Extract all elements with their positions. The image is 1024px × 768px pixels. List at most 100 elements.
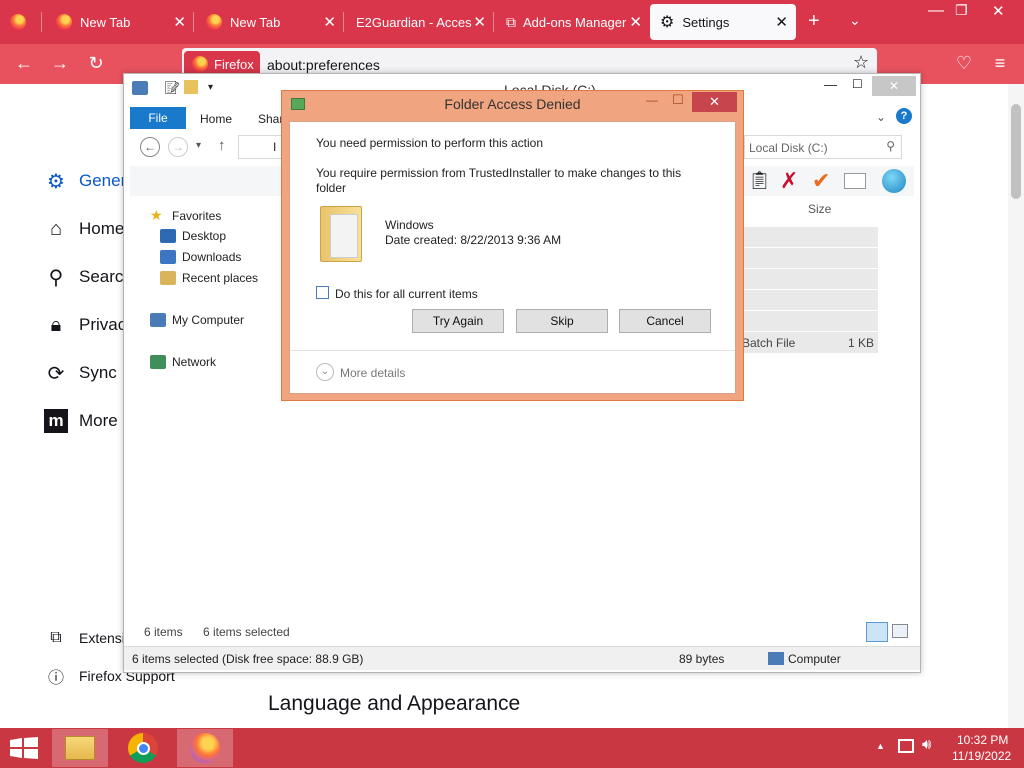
- pref-nav-general[interactable]: ⚙ Gener: [44, 169, 126, 193]
- pref-nav-privacy[interactable]: 🔒︎ Privacy: [44, 313, 135, 337]
- forward-icon[interactable]: →: [168, 137, 188, 157]
- bookmark-star-icon[interactable]: ☆: [853, 52, 869, 73]
- file-explorer-icon: [65, 736, 95, 760]
- expand-chevron-icon[interactable]: ⌄: [316, 363, 334, 381]
- back-icon[interactable]: ←: [12, 53, 36, 74]
- nav-network[interactable]: Network: [150, 355, 216, 369]
- ribbon-tab-home[interactable]: Home: [200, 112, 232, 126]
- table-row[interactable]: Batch File 1 KB: [736, 332, 878, 353]
- globe-icon[interactable]: [882, 169, 906, 193]
- rename-icon[interactable]: [844, 173, 866, 189]
- table-row[interactable]: [736, 269, 878, 290]
- apply-to-all-checkbox[interactable]: [316, 286, 329, 299]
- tab-list-chevron-icon[interactable]: ⌄: [849, 12, 861, 29]
- scrollbar[interactable]: [1008, 84, 1024, 728]
- network-icon[interactable]: [898, 739, 914, 753]
- menu-icon[interactable]: ≡: [988, 53, 1012, 74]
- ribbon-tab-file[interactable]: File: [130, 107, 186, 129]
- pref-nav-search[interactable]: ⚲ Search: [44, 265, 133, 289]
- start-icon[interactable]: [10, 737, 38, 759]
- tab-divider: [41, 12, 42, 32]
- pref-nav-sync[interactable]: ⟳ Sync: [44, 361, 117, 385]
- tab-settings[interactable]: ⚙ Settings ✕: [650, 4, 796, 40]
- close-dialog-icon[interactable]: ✕: [692, 92, 737, 112]
- close-window-icon[interactable]: ✕: [992, 2, 1005, 20]
- tab-e2guardian[interactable]: E2Guardian - Access D ✕: [346, 0, 494, 44]
- more-details-link[interactable]: More details: [340, 366, 405, 380]
- cancel-button[interactable]: Cancel: [619, 309, 711, 333]
- nav-label: Downloads: [182, 250, 242, 264]
- apply-to-all-label[interactable]: Do this for all current items: [335, 287, 478, 301]
- ribbon-collapse-chevron-icon[interactable]: ⌄: [876, 110, 886, 124]
- large-icons-view-icon[interactable]: [892, 624, 908, 638]
- pref-nav-more[interactable]: m More: [44, 409, 118, 433]
- minimize-icon[interactable]: —: [928, 2, 944, 20]
- pref-footer-extensions[interactable]: ⧉ Extensio: [44, 626, 132, 650]
- close-icon[interactable]: ✕: [473, 13, 486, 31]
- properties-icon[interactable]: 📝︎: [164, 80, 181, 96]
- tab-pinned[interactable]: [0, 0, 42, 44]
- close-icon[interactable]: ✕: [173, 13, 186, 31]
- clock-date[interactable]: 11/19/2022: [952, 749, 1011, 763]
- delete-icon[interactable]: ✗: [780, 168, 798, 194]
- close-icon[interactable]: ✕: [629, 13, 642, 31]
- address-bar[interactable]: I: [238, 135, 286, 159]
- maximize-icon[interactable]: ☐: [672, 92, 684, 108]
- file-type: Batch File: [742, 336, 796, 350]
- computer-icon: [768, 652, 784, 665]
- nav-recent-places[interactable]: Recent places: [160, 271, 258, 285]
- help-icon[interactable]: ?: [896, 108, 912, 124]
- details-view-icon[interactable]: [866, 622, 888, 642]
- nav-favorites[interactable]: ★ Favorites: [150, 208, 221, 224]
- column-header-size[interactable]: Size: [808, 202, 831, 216]
- scrollbar-thumb[interactable]: [1011, 104, 1021, 199]
- up-icon[interactable]: ↑: [218, 137, 226, 154]
- close-icon[interactable]: ✕: [323, 13, 336, 31]
- show-hidden-icons-icon[interactable]: ▲: [876, 741, 885, 751]
- pref-nav-home[interactable]: ⌂ Home: [44, 217, 124, 241]
- nav-desktop[interactable]: Desktop: [160, 229, 226, 243]
- tab-addons-manager[interactable]: ⧉ Add-ons Manager ✕: [496, 0, 644, 44]
- new-tab-icon[interactable]: +: [808, 10, 820, 33]
- quick-access-chevron-icon[interactable]: ▾: [208, 82, 213, 93]
- skip-button[interactable]: Skip: [516, 309, 608, 333]
- taskbar-firefox[interactable]: [177, 729, 233, 767]
- forward-icon[interactable]: →: [48, 53, 72, 74]
- minimize-icon[interactable]: —: [646, 93, 658, 107]
- table-row[interactable]: [736, 290, 878, 311]
- nav-downloads[interactable]: Downloads: [160, 250, 241, 264]
- taskbar-chrome[interactable]: [115, 729, 171, 767]
- reload-icon[interactable]: ↻: [84, 53, 108, 74]
- try-again-button[interactable]: Try Again: [412, 309, 504, 333]
- tab-new-tab-1[interactable]: New Tab ✕: [46, 0, 194, 44]
- search-input[interactable]: Local Disk (C:) ⚲: [744, 135, 902, 159]
- close-icon[interactable]: ✕: [775, 13, 788, 31]
- sync-icon: ⟳: [47, 362, 65, 385]
- restore-icon[interactable]: ❐: [955, 2, 968, 19]
- nav-my-computer[interactable]: My Computer: [150, 313, 244, 327]
- url-text[interactable]: about:preferences: [267, 57, 380, 73]
- folder-icon: [320, 200, 368, 262]
- ribbon-tab-share[interactable]: Shar: [258, 112, 283, 126]
- taskbar-file-explorer[interactable]: [52, 729, 108, 767]
- volume-icon[interactable]: 🔊︎: [922, 736, 931, 753]
- new-folder-icon[interactable]: [184, 80, 198, 94]
- tab-label: Add-ons Manager: [523, 14, 627, 30]
- desktop-icon: [160, 229, 176, 243]
- clipboard-icon[interactable]: 📋︎: [748, 170, 771, 191]
- table-row[interactable]: [736, 248, 878, 269]
- lock-icon: 🔒︎: [50, 313, 62, 336]
- recent-chevron-icon[interactable]: ▾: [196, 140, 201, 151]
- item-date: Date created: 8/22/2013 9:36 AM: [385, 233, 562, 247]
- maximize-icon[interactable]: ☐: [852, 77, 863, 91]
- tab-new-tab-2[interactable]: New Tab ✕: [196, 0, 344, 44]
- back-icon[interactable]: ←: [140, 137, 160, 157]
- dialog-body: You need permission to perform this acti…: [289, 121, 736, 394]
- check-icon[interactable]: ✔: [812, 168, 830, 194]
- clock-time[interactable]: 10:32 PM: [957, 733, 1008, 747]
- pocket-icon[interactable]: ♡: [952, 53, 976, 74]
- close-window-icon[interactable]: ✕: [872, 76, 916, 96]
- minimize-icon[interactable]: —: [824, 77, 837, 92]
- table-row[interactable]: [736, 227, 878, 248]
- table-row[interactable]: [736, 311, 878, 332]
